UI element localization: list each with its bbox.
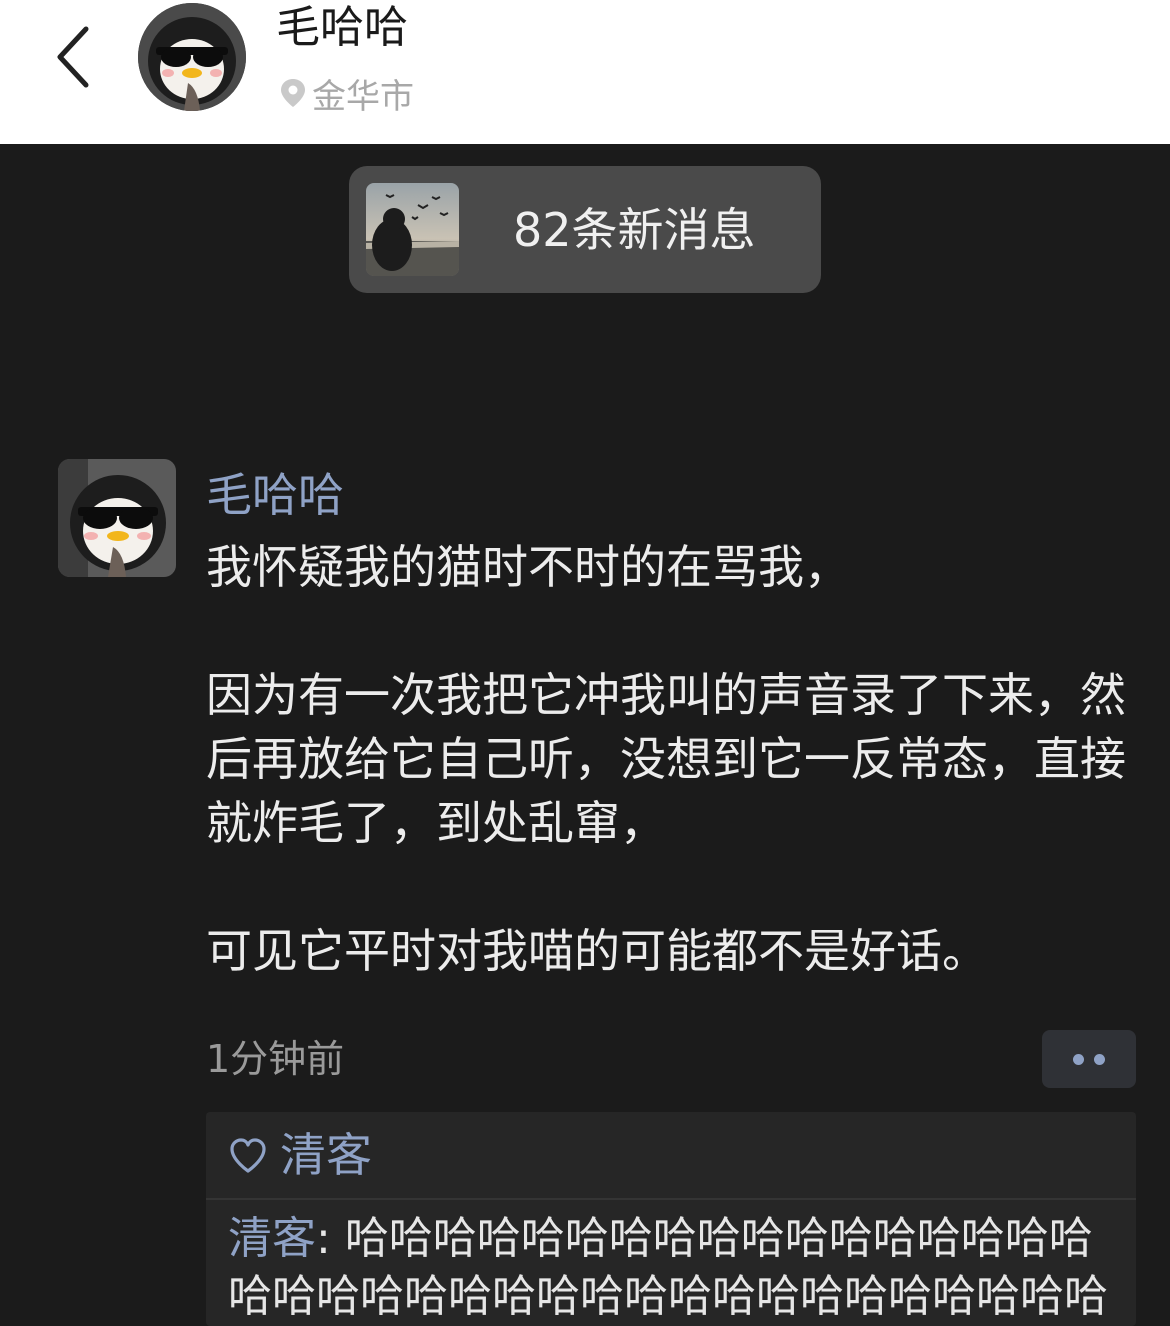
likes-comments-panel: 清客 清客: 哈哈哈哈哈哈哈哈哈哈哈哈哈哈哈哈哈哈哈哈哈哈哈哈哈哈哈哈哈哈哈哈哈… <box>206 1112 1136 1326</box>
new-messages-button[interactable]: 82条新消息 <box>349 166 821 293</box>
more-dots-icon <box>1073 1053 1084 1065</box>
post-timestamp: 1分钟前 <box>206 1037 345 1081</box>
likes-row: 清客 <box>206 1112 1136 1200</box>
back-button[interactable] <box>44 22 104 92</box>
header-avatar[interactable] <box>138 3 246 111</box>
location-text: 金华市 <box>312 76 414 117</box>
post-content: 我怀疑我的猫时不时的在骂我， 因为有一次我把它冲我叫的声音录了下来，然后再放给它… <box>206 535 1126 983</box>
moments-detail-page: 毛哈哈 金华市 82条新消息 毛哈哈 我怀疑我的猫时不时的在骂我， 因为有一次我… <box>0 0 1170 1326</box>
penguin-avatar-image <box>138 3 246 111</box>
comment-item[interactable]: 清客: 哈哈哈哈哈哈哈哈哈哈哈哈哈哈哈哈哈哈哈哈哈哈哈哈哈哈哈哈哈哈哈哈哈哈哈哈… <box>228 1210 1128 1326</box>
post-paragraph: 可见它平时对我喵的可能都不是好话。 <box>206 924 988 978</box>
profile-header: 毛哈哈 金华市 <box>0 0 1170 144</box>
penguin-avatar-image <box>58 459 176 577</box>
post-author-name[interactable]: 毛哈哈 <box>206 466 344 524</box>
comment-separator: : <box>316 1213 345 1264</box>
profile-name: 毛哈哈 <box>276 2 408 53</box>
post-author-avatar[interactable] <box>58 459 176 577</box>
post-paragraph: 我怀疑我的猫时不时的在骂我， <box>206 540 850 594</box>
post-paragraph: 因为有一次我把它冲我叫的声音录了下来，然后再放给它自己听，没想到它一反常态，直接… <box>206 668 1126 850</box>
chevron-left-icon <box>57 26 89 88</box>
more-dots-icon <box>1094 1053 1105 1065</box>
heart-outline-icon <box>230 1138 266 1173</box>
map-pin-icon <box>281 79 305 107</box>
new-message-sender-avatar <box>366 183 459 276</box>
location-label: 金华市 <box>278 70 414 117</box>
comment-text: 哈哈哈哈哈哈哈哈哈哈哈哈哈哈哈哈哈哈哈哈哈哈哈哈哈哈哈哈哈哈哈哈哈哈哈哈哈哈哈哈 <box>228 1213 1108 1322</box>
new-messages-label: 82条新消息 <box>513 203 756 257</box>
comment-author[interactable]: 清客 <box>228 1213 316 1264</box>
like-user-name[interactable]: 清客 <box>280 1126 372 1184</box>
more-actions-button[interactable] <box>1042 1030 1136 1088</box>
